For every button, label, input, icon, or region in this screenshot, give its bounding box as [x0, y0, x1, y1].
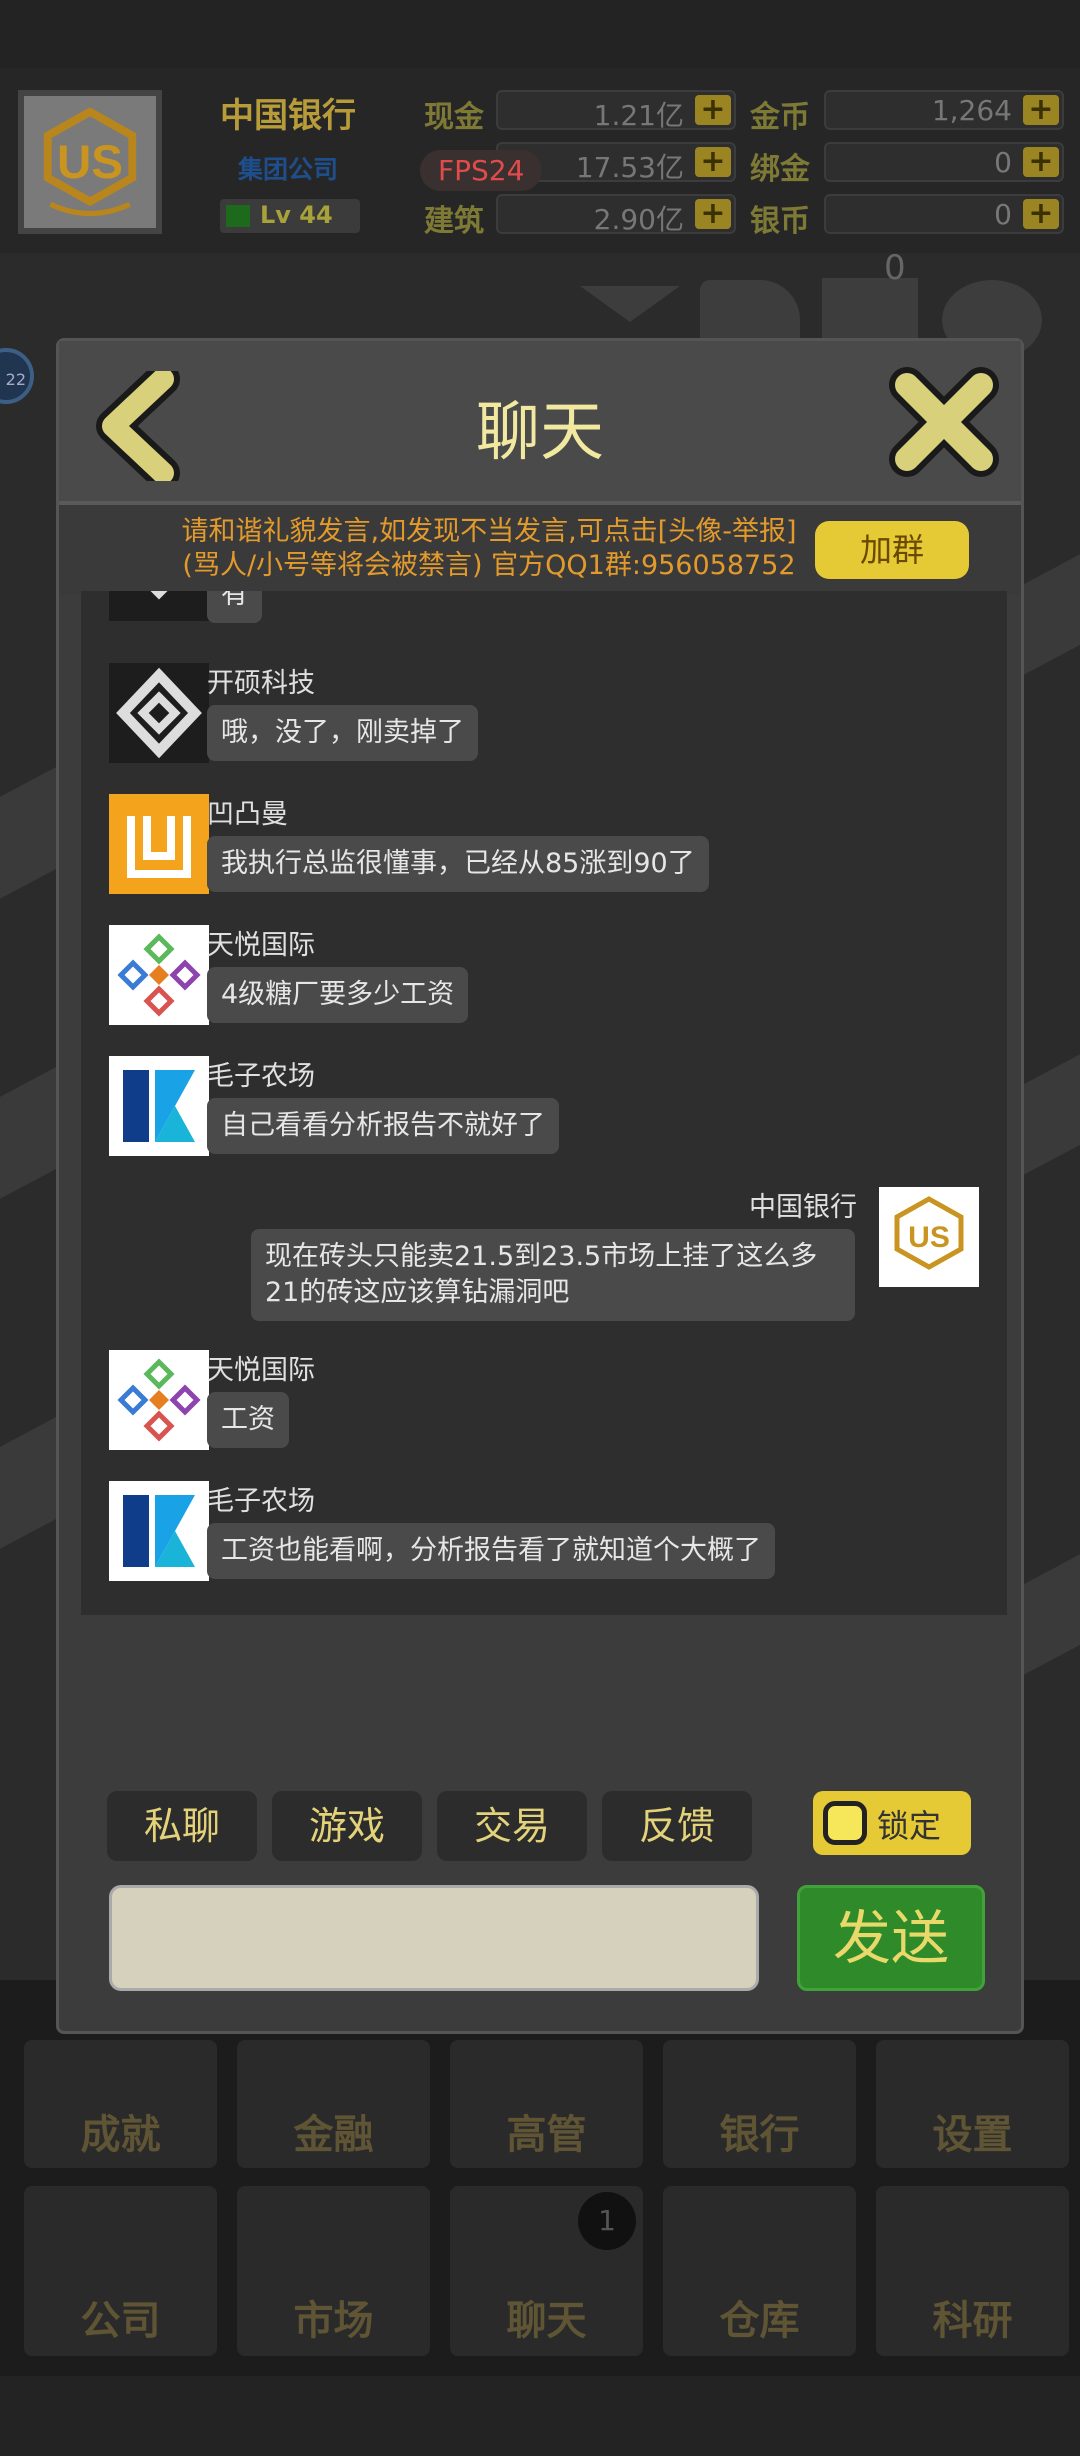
building-value: 2.90亿 — [593, 203, 684, 236]
menu-research-button[interactable]: 科研 — [876, 2186, 1069, 2356]
bound-gold-value: 0 — [994, 146, 1012, 179]
lock-toggle[interactable]: 锁定 — [813, 1791, 971, 1855]
fps-indicator: FPS24 — [420, 150, 543, 191]
add-bound-gold-button[interactable]: + — [1023, 147, 1059, 177]
lock-label: 锁定 — [877, 1807, 942, 1845]
cash-box: 1.21亿 + — [496, 90, 736, 132]
menu-warehouse-button[interactable]: 仓库 — [663, 2186, 856, 2356]
menu-achievement-button[interactable]: 成就 — [24, 2040, 217, 2168]
colorful-knot-logo-icon — [117, 1358, 201, 1442]
company-name: 中国银行 — [220, 96, 356, 136]
colorful-knot-logo-icon — [117, 933, 201, 1017]
sender-name[interactable]: 开硕科技 — [207, 661, 315, 700]
tab-trade[interactable]: 交易 — [437, 1791, 587, 1861]
map-badge: 0 — [884, 248, 906, 288]
close-icon — [889, 367, 999, 477]
avatar[interactable] — [109, 794, 209, 894]
avatar[interactable] — [109, 1481, 209, 1581]
svg-text:US: US — [57, 136, 123, 189]
company-logo-icon: US — [894, 1196, 964, 1270]
level-label: Lv 44 — [260, 201, 333, 229]
blue-k-logo-icon — [123, 1495, 195, 1567]
bound-gold-box: 0 + — [824, 142, 1064, 182]
message-bubble: 现在砖头只能卖21.5到23.5市场上挂了这么多21的砖这应该算钻漏洞吧 — [251, 1229, 855, 1321]
message-bubble: 工资也能看啊，分析报告看了就知道个大概了 — [207, 1523, 775, 1579]
company-logo-avatar[interactable]: US — [18, 90, 162, 234]
bracket-logo-icon — [127, 816, 191, 878]
sender-name[interactable]: 凹凸曼 — [207, 792, 288, 831]
cash-value: 1.21亿 — [593, 99, 684, 132]
add-value-button[interactable]: + — [695, 147, 731, 177]
avatar[interactable] — [109, 925, 209, 1025]
menu-settings-button[interactable]: 设置 — [876, 2040, 1069, 2168]
send-button[interactable]: 发送 — [797, 1885, 985, 1991]
sender-name[interactable]: 中国银行 — [749, 1185, 857, 1224]
chat-message-list[interactable]: 有 开硕科技 哦，没了，刚卖掉了 凹凸曼 我执行总监很懂事，已经从85涨到90了… — [81, 591, 1007, 1615]
blue-k-logo-icon — [123, 1070, 195, 1142]
avatar[interactable] — [109, 1350, 209, 1450]
notice-line-1: 请和谐礼貌发言,如发现不当发言,可点击[头像-举报] — [181, 516, 797, 547]
sender-name[interactable]: 毛子农场 — [207, 1054, 315, 1093]
notice-bar: 请和谐礼貌发言,如发现不当发言,可点击[头像-举报] (骂人/小号等将会被禁言)… — [59, 505, 1021, 595]
close-button[interactable] — [889, 367, 999, 477]
silver-box: 0 + — [824, 194, 1064, 234]
diamond-logo-icon — [116, 667, 202, 759]
message-bubble: 有 — [207, 591, 262, 623]
svg-text:US: US — [908, 1221, 950, 1254]
message-bubble: 4级糖厂要多少工资 — [207, 967, 469, 1023]
dialog-header: 聊天 — [59, 341, 1021, 505]
avatar[interactable] — [109, 663, 209, 763]
gold-label: 金币 — [750, 100, 810, 135]
join-group-button[interactable]: 加群 — [815, 521, 969, 579]
avatar[interactable]: US — [879, 1187, 979, 1287]
notice-text: 请和谐礼貌发言,如发现不当发言,可点击[头像-举报] (骂人/小号等将会被禁言)… — [89, 515, 889, 583]
value-value: 17.53亿 — [575, 151, 684, 184]
message-bubble: 我执行总监很懂事，已经从85涨到90了 — [207, 836, 709, 892]
group-label: 集团公司 — [238, 155, 339, 184]
add-silver-button[interactable]: + — [1023, 199, 1059, 229]
gold-value: 1,264 — [931, 94, 1012, 127]
status-bar: US 中国银行 集团公司 Lv 44 现金 1.21亿 + 价值 17.53亿 … — [0, 68, 1080, 253]
tab-private-chat[interactable]: 私聊 — [107, 1791, 257, 1861]
tab-feedback[interactable]: 反馈 — [602, 1791, 752, 1861]
menu-market-button[interactable]: 市场 — [237, 2186, 430, 2356]
sender-name[interactable]: 天悦国际 — [207, 1348, 315, 1387]
level-badge: Lv 44 — [220, 199, 360, 233]
level-progress-bar — [226, 205, 250, 227]
gold-box: 1,264 + — [824, 90, 1064, 130]
sender-name[interactable]: 毛子农场 — [207, 1479, 315, 1518]
avatar[interactable] — [109, 1056, 209, 1156]
diamond-logo-icon — [150, 591, 168, 600]
dialog-title: 聊天 — [476, 396, 604, 470]
menu-company-button[interactable]: 公司 — [24, 2186, 217, 2356]
menu-finance-button[interactable]: 金融 — [237, 2040, 430, 2168]
silver-label: 银币 — [750, 204, 810, 239]
add-cash-button[interactable]: + — [695, 95, 731, 125]
message-bubble: 自己看看分析报告不就好了 — [207, 1098, 559, 1154]
sender-name[interactable]: 天悦国际 — [207, 923, 315, 962]
avatar[interactable] — [109, 591, 209, 621]
menu-executive-button[interactable]: 高管 — [450, 2040, 643, 2168]
lock-checkbox[interactable] — [823, 1801, 867, 1845]
tab-game[interactable]: 游戏 — [272, 1791, 422, 1861]
bound-gold-label: 绑金 — [750, 152, 810, 187]
chat-dialog: 聊天 请和谐礼貌发言,如发现不当发言,可点击[头像-举报] (骂人/小号等将会被… — [56, 338, 1024, 2034]
menu-bank-button[interactable]: 银行 — [663, 2040, 856, 2168]
chat-notification-badge: 1 — [578, 2192, 636, 2250]
add-building-button[interactable]: + — [695, 199, 731, 229]
company-logo-icon: US — [24, 96, 156, 228]
building-box: 2.90亿 + — [496, 194, 736, 236]
add-gold-button[interactable]: + — [1023, 95, 1059, 125]
message-bubble: 哦，没了，刚卖掉了 — [207, 705, 478, 761]
notice-line-2: (骂人/小号等将会被禁言) 官方QQ1群:956058752 — [182, 550, 796, 581]
message-input[interactable] — [109, 1885, 759, 1991]
message-bubble: 工资 — [207, 1392, 289, 1448]
building-label: 建筑 — [424, 204, 484, 239]
cash-label: 现金 — [424, 100, 484, 135]
silver-value: 0 — [994, 198, 1012, 231]
